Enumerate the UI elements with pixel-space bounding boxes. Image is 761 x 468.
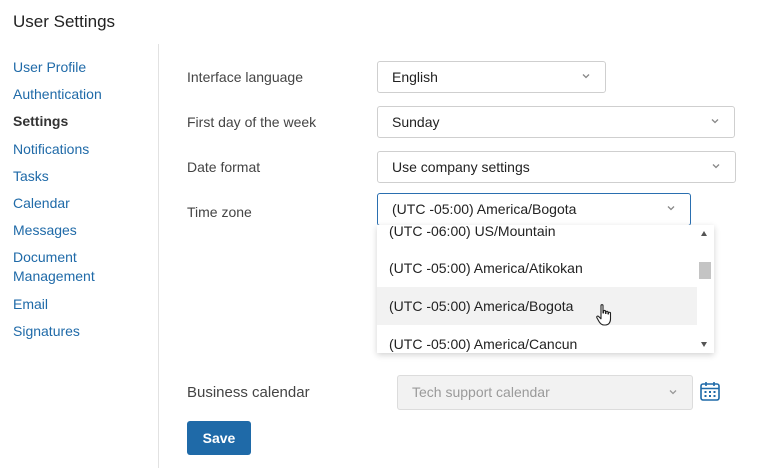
save-button[interactable]: Save: [187, 421, 251, 455]
scroll-thumb[interactable]: [699, 262, 711, 279]
time-zone-option-hovered[interactable]: (UTC -05:00) America/Bogota: [377, 287, 697, 325]
dropdown-scrollbar[interactable]: [697, 225, 714, 353]
date-format-select[interactable]: Use company settings: [377, 151, 736, 183]
time-zone-option[interactable]: (UTC -06:00) US/Mountain: [377, 225, 697, 250]
time-zone-label: Time zone: [187, 204, 252, 220]
sidebar-item-settings[interactable]: Settings: [13, 112, 153, 131]
business-calendar-select[interactable]: Tech support calendar: [397, 375, 693, 410]
sidebar-item-signatures[interactable]: Signatures: [13, 322, 153, 341]
page-title: User Settings: [13, 12, 116, 31]
time-zone-option[interactable]: (UTC -05:00) America/Atikokan: [377, 249, 697, 287]
chevron-down-icon: [711, 119, 719, 124]
scroll-down-arrow-icon[interactable]: [701, 342, 707, 347]
sidebar-item-authentication[interactable]: Authentication: [13, 85, 153, 104]
first-day-select[interactable]: Sunday: [377, 106, 735, 138]
calendar-icon[interactable]: [699, 380, 721, 402]
scroll-up-arrow-icon[interactable]: [701, 231, 707, 236]
hand-pointer-icon: [596, 304, 612, 326]
sidebar-item-document-management[interactable]: Document Management: [13, 248, 103, 286]
sidebar-item-calendar[interactable]: Calendar: [13, 194, 153, 213]
chevron-down-icon: [582, 74, 590, 79]
sidebar-item-tasks[interactable]: Tasks: [13, 167, 153, 186]
chevron-down-icon: [669, 390, 677, 395]
interface-language-value: English: [392, 69, 438, 85]
chevron-down-icon: [667, 206, 675, 211]
date-format-label: Date format: [187, 159, 261, 175]
interface-language-select[interactable]: English: [377, 61, 606, 93]
time-zone-select[interactable]: (UTC -05:00) America/Bogota: [377, 193, 691, 226]
time-zone-dropdown[interactable]: (UTC -06:00) US/Mountain (UTC -05:00) Am…: [377, 225, 714, 353]
sidebar-item-messages[interactable]: Messages: [13, 221, 153, 240]
first-day-value: Sunday: [392, 114, 440, 130]
sidebar-item-user-profile[interactable]: User Profile: [13, 58, 153, 77]
chevron-down-icon: [712, 164, 720, 169]
first-day-label: First day of the week: [187, 114, 317, 130]
time-zone-option[interactable]: (UTC -05:00) America/Cancun: [377, 325, 697, 353]
sidebar: User Profile Authentication Settings Not…: [13, 58, 153, 349]
sidebar-divider: [158, 44, 159, 468]
business-calendar-label: Business calendar: [187, 384, 310, 401]
date-format-value: Use company settings: [392, 159, 530, 175]
interface-language-label: Interface language: [187, 69, 303, 85]
sidebar-item-email[interactable]: Email: [13, 295, 153, 314]
sidebar-item-notifications[interactable]: Notifications: [13, 140, 153, 159]
time-zone-value: (UTC -05:00) America/Bogota: [392, 201, 577, 217]
business-calendar-value: Tech support calendar: [412, 384, 550, 400]
